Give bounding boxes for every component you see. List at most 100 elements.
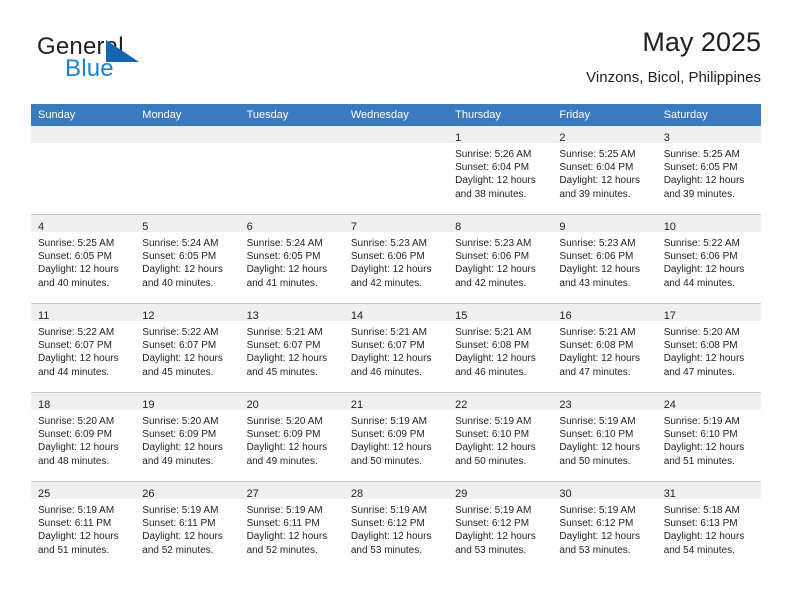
day-number-band	[343, 126, 449, 143]
day-detail: Sunrise: 5:20 AM Sunset: 6:08 PM Daylight:…	[657, 321, 761, 379]
daylight-text-line1: Daylight: 12 hours	[559, 531, 641, 543]
day-detail: Sunrise: 5:19 AM Sunset: 6:11 PM Daylight:…	[31, 499, 135, 557]
day-detail: Sunrise: 5:22 AM Sunset: 6:07 PM Daylight:…	[31, 321, 135, 379]
calendar-day-cell[interactable]: 19 Sunrise: 5:20 AM Sunset: 6:09 PM Dayligh…	[135, 392, 240, 482]
sunrise-text: Sunrise: 5:24 AM	[246, 238, 323, 249]
daylight-text-line1: Daylight: 12 hours	[455, 442, 536, 454]
calendar-day-cell[interactable]: 29 Sunrise: 5:19 AM Sunset: 6:12 PM Dayligh…	[448, 481, 553, 570]
daylight-text-line2: and 46 minutes.	[455, 366, 527, 378]
calendar-day-cell[interactable]: 24 Sunrise: 5:19 AM Sunset: 6:10 PM Dayligh…	[656, 392, 761, 482]
calendar-day-cell[interactable]: 7 Sunrise: 5:23 AM Sunset: 6:06 PM Daylight…	[343, 214, 449, 304]
calendar-day-cell[interactable]: 31 Sunrise: 5:18 AM Sunset: 6:13 PM Dayligh…	[656, 481, 761, 570]
day-number-band: 22	[448, 393, 553, 411]
calendar-day-cell[interactable]: 12 Sunrise: 5:22 AM Sunset: 6:07 PM Dayligh…	[135, 303, 240, 393]
calendar-day-cell[interactable]: 17 Sunrise: 5:20 AM Sunset: 6:08 PM Dayligh…	[656, 303, 761, 393]
calendar-day-cell[interactable]: 4 Sunrise: 5:25 AM Sunset: 6:05 PM Daylight…	[31, 214, 136, 304]
daylight-text-line2: and 39 minutes.	[559, 188, 631, 200]
daylight-text-line2: and 53 minutes.	[350, 544, 423, 556]
sunrise-text: Sunrise: 5:19 AM	[142, 505, 219, 516]
day-number-band	[239, 126, 344, 143]
day-number: 11	[38, 310, 50, 322]
sunset-text: Sunset: 6:09 PM	[142, 429, 217, 441]
day-number: 24	[663, 399, 676, 411]
calendar-day-cell[interactable]: 10 Sunrise: 5:22 AM Sunset: 6:06 PM Dayligh…	[656, 214, 761, 304]
calendar-day-cell[interactable]: 13 Sunrise: 5:21 AM Sunset: 6:07 PM Dayligh…	[239, 303, 344, 393]
calendar-day-cell[interactable]: 8 Sunrise: 5:23 AM Sunset: 6:06 PM Daylight…	[448, 214, 553, 304]
day-number-band: 8	[448, 215, 553, 233]
sunset-text: Sunset: 6:08 PM	[663, 340, 738, 352]
daylight-text-line2: and 40 minutes.	[38, 277, 110, 289]
weekday-header-sunday: Sunday	[31, 104, 136, 126]
day-number: 15	[455, 310, 468, 322]
calendar-day-cell-empty	[239, 126, 344, 215]
sunrise-text: Sunrise: 5:19 AM	[38, 505, 115, 516]
calendar-day-cell[interactable]: 22 Sunrise: 5:19 AM Sunset: 6:10 PM Dayligh…	[448, 392, 553, 482]
calendar-day-cell[interactable]: 15 Sunrise: 5:21 AM Sunset: 6:08 PM Dayligh…	[448, 303, 553, 393]
sunrise-text: Sunrise: 5:21 AM	[350, 327, 427, 338]
calendar-day-cell[interactable]: 2 Sunrise: 5:25 AM Sunset: 6:04 PM Daylight…	[552, 126, 657, 215]
day-number-band: 4	[31, 215, 136, 233]
daylight-text-line2: and 48 minutes.	[38, 455, 110, 467]
sunrise-text: Sunrise: 5:19 AM	[455, 416, 532, 427]
day-number-band: 11	[31, 304, 136, 322]
day-number: 28	[350, 488, 364, 500]
day-number-band: 26	[135, 482, 240, 500]
sunrise-text: Sunrise: 5:19 AM	[350, 416, 427, 427]
daylight-text-line1: Daylight: 12 hours	[142, 531, 223, 543]
calendar-day-cell[interactable]: 30 Sunrise: 5:19 AM Sunset: 6:12 PM Dayligh…	[552, 481, 657, 570]
daylight-text-line1: Daylight: 12 hours	[246, 353, 328, 365]
day-number: 1	[455, 132, 462, 144]
calendar-day-cell[interactable]: 1 Sunrise: 5:26 AM Sunset: 6:04 PM Daylight…	[448, 126, 553, 215]
calendar-day-cell[interactable]: 5 Sunrise: 5:24 AM Sunset: 6:05 PM Daylight…	[135, 214, 240, 304]
calendar-day-cell[interactable]: 11 Sunrise: 5:22 AM Sunset: 6:07 PM Dayligh…	[31, 303, 136, 393]
brand-logo[interactable]: General Blue	[31, 34, 261, 92]
sunrise-text: Sunrise: 5:21 AM	[246, 327, 323, 338]
day-number: 21	[350, 399, 364, 411]
day-detail: Sunrise: 5:25 AM Sunset: 6:05 PM Daylight:…	[31, 232, 135, 290]
day-detail: Sunrise: 5:20 AM Sunset: 6:09 PM Daylight:…	[31, 410, 135, 468]
sunrise-text: Sunrise: 5:23 AM	[350, 238, 427, 249]
sunset-text: Sunset: 6:11 PM	[142, 518, 216, 530]
day-number-band: 16	[552, 304, 657, 322]
daylight-text-line2: and 52 minutes.	[246, 544, 318, 556]
daylight-text-line2: and 45 minutes.	[246, 366, 318, 378]
sunrise-text: Sunrise: 5:25 AM	[38, 238, 115, 249]
calendar-day-cell[interactable]: 18 Sunrise: 5:20 AM Sunset: 6:09 PM Dayligh…	[31, 392, 136, 482]
sunrise-text: Sunrise: 5:19 AM	[455, 505, 532, 516]
day-number: 31	[663, 488, 676, 500]
calendar-day-cell[interactable]: 28 Sunrise: 5:19 AM Sunset: 6:12 PM Dayligh…	[343, 481, 449, 570]
daylight-text-line2: and 47 minutes.	[559, 366, 631, 378]
calendar-week-row: 18 Sunrise: 5:20 AM Sunset: 6:09 PM Dayligh…	[31, 392, 761, 482]
daylight-text-line1: Daylight: 12 hours	[455, 353, 536, 365]
sunrise-text: Sunrise: 5:19 AM	[246, 505, 323, 516]
day-number: 22	[455, 399, 468, 411]
day-number: 20	[246, 399, 259, 411]
calendar-day-cell[interactable]: 21 Sunrise: 5:19 AM Sunset: 6:09 PM Dayligh…	[343, 392, 449, 482]
daylight-text-line2: and 39 minutes.	[663, 188, 735, 200]
calendar-day-cell[interactable]: 20 Sunrise: 5:20 AM Sunset: 6:09 PM Dayligh…	[239, 392, 344, 482]
day-number: 29	[455, 488, 468, 500]
day-detail: Sunrise: 5:22 AM Sunset: 6:06 PM Daylight:…	[657, 232, 761, 290]
day-number-band: 27	[239, 482, 344, 500]
calendar-day-cell[interactable]: 16 Sunrise: 5:21 AM Sunset: 6:08 PM Dayligh…	[552, 303, 657, 393]
calendar-day-cell[interactable]: 25 Sunrise: 5:19 AM Sunset: 6:11 PM Dayligh…	[31, 481, 136, 570]
day-number: 12	[142, 310, 155, 322]
calendar-day-cell[interactable]: 23 Sunrise: 5:19 AM Sunset: 6:10 PM Dayligh…	[552, 392, 657, 482]
page-header: General Blue May 2025 Vinzons, Bicol, Ph…	[31, 26, 761, 98]
sunset-text: Sunset: 6:05 PM	[142, 251, 217, 263]
day-number: 18	[38, 399, 51, 411]
sunrise-text: Sunrise: 5:20 AM	[663, 327, 740, 338]
calendar-day-cell[interactable]: 3 Sunrise: 5:25 AM Sunset: 6:05 PM Daylight…	[656, 126, 761, 215]
sunrise-text: Sunrise: 5:26 AM	[455, 149, 532, 160]
calendar-day-cell[interactable]: 26 Sunrise: 5:19 AM Sunset: 6:11 PM Dayligh…	[135, 481, 240, 570]
calendar-day-cell[interactable]: 6 Sunrise: 5:24 AM Sunset: 6:05 PM Daylight…	[239, 214, 344, 304]
day-number-band: 3	[656, 126, 761, 144]
day-number: 7	[350, 221, 357, 233]
sunset-text: Sunset: 6:07 PM	[246, 340, 321, 352]
day-number-band: 9	[552, 215, 657, 233]
page-subtitle: Vinzons, Bicol, Philippines	[586, 69, 761, 86]
daylight-text-line1: Daylight: 12 hours	[455, 264, 536, 276]
calendar-day-cell[interactable]: 27 Sunrise: 5:19 AM Sunset: 6:11 PM Dayligh…	[239, 481, 344, 570]
calendar-day-cell[interactable]: 9 Sunrise: 5:23 AM Sunset: 6:06 PM Daylight…	[552, 214, 657, 304]
calendar-day-cell[interactable]: 14 Sunrise: 5:21 AM Sunset: 6:07 PM Dayligh…	[343, 303, 449, 393]
